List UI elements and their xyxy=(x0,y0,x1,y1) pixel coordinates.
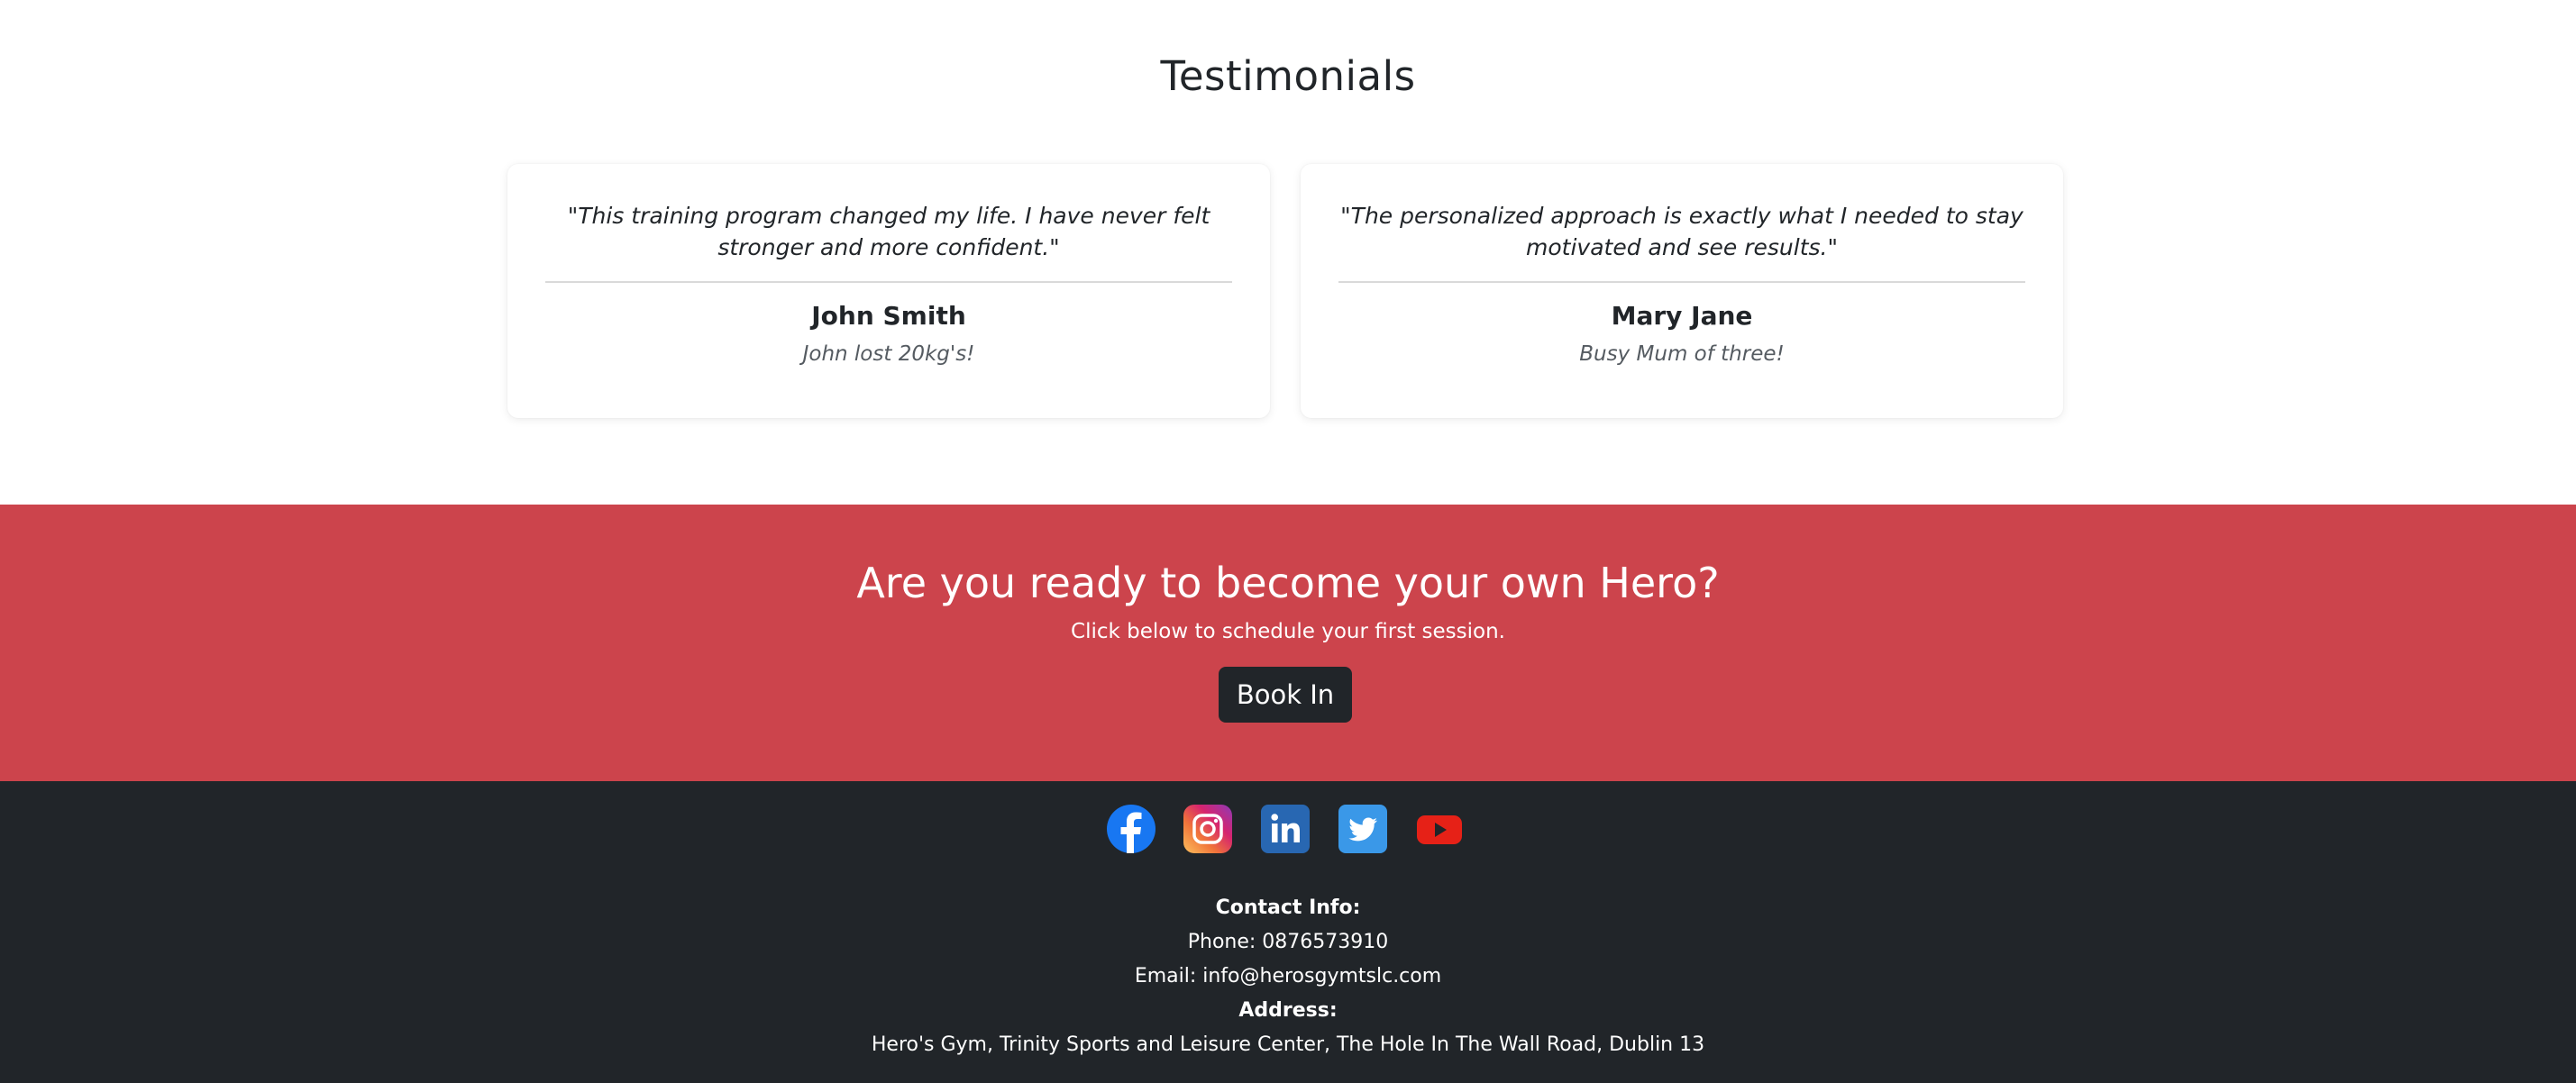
contact-heading: Contact Info: xyxy=(1215,896,1361,919)
testimonial-quote: "The personalized approach is exactly wh… xyxy=(1337,200,2027,263)
contact-phone: Phone: 0876573910 xyxy=(1187,931,1389,953)
cta-subtitle: Click below to schedule your first sessi… xyxy=(1071,620,1505,643)
facebook-icon[interactable] xyxy=(1107,805,1156,853)
twitter-icon[interactable] xyxy=(1338,805,1387,853)
divider xyxy=(545,281,1232,283)
divider xyxy=(1338,281,2025,283)
testimonial-note: John lost 20kg's! xyxy=(802,342,975,366)
testimonial-card: "The personalized approach is exactly wh… xyxy=(1301,164,2063,418)
address-text: Hero's Gym, Trinity Sports and Leisure C… xyxy=(871,1033,1705,1056)
quote-line: "The personalized approach is exactly wh… xyxy=(1340,203,2023,229)
address-heading: Address: xyxy=(1238,999,1338,1022)
contact-email: Email: info@herosgymtslc.com xyxy=(1134,965,1442,987)
cta-title: Are you ready to become your own Hero? xyxy=(856,559,1720,607)
footer: Contact Info: Phone: 0876573910 Email: i… xyxy=(0,781,2576,1083)
youtube-icon[interactable] xyxy=(1415,805,1464,853)
quote-line: motivated and see results." xyxy=(1526,234,1838,260)
testimonial-card: "This training program changed my life. … xyxy=(507,164,1270,418)
quote-line: "This training program changed my life. … xyxy=(567,203,1210,229)
section-title: Testimonials xyxy=(1160,52,1416,100)
testimonial-author: John Smith xyxy=(811,301,966,331)
testimonial-quote: "This training program changed my life. … xyxy=(544,200,1234,263)
social-links xyxy=(0,805,2576,853)
instagram-icon[interactable] xyxy=(1183,805,1232,853)
testimonial-author: Mary Jane xyxy=(1611,301,1753,331)
testimonials-section: Testimonials "This training program chan… xyxy=(0,0,2576,505)
book-in-button[interactable]: Book In xyxy=(1219,667,1352,723)
call-to-action-section: Are you ready to become your own Hero? C… xyxy=(0,505,2576,781)
linkedin-icon[interactable] xyxy=(1261,805,1310,853)
quote-line: stronger and more confident." xyxy=(717,234,1060,260)
testimonial-note: Busy Mum of three! xyxy=(1579,342,1785,366)
